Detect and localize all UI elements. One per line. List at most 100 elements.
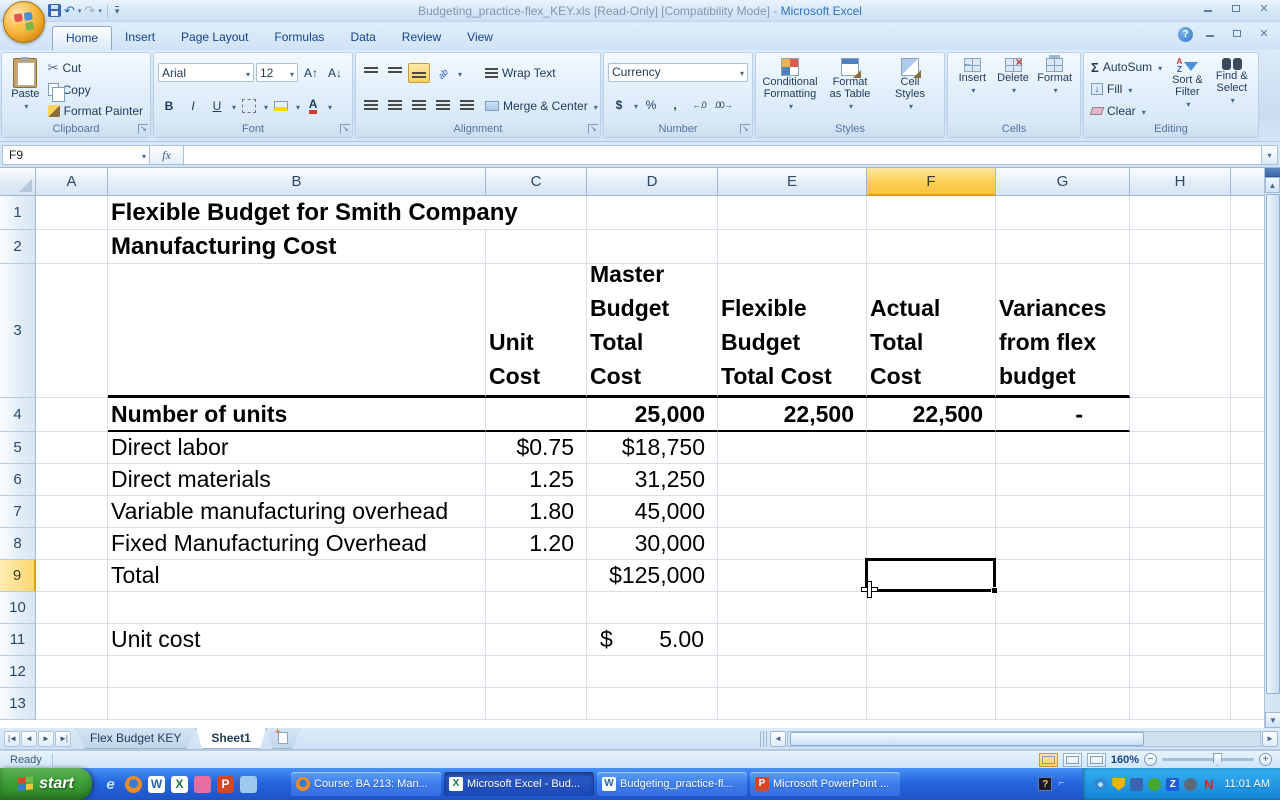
row-header-8[interactable]: 8 bbox=[0, 528, 36, 560]
cell-C9[interactable] bbox=[486, 560, 587, 592]
column-header-B[interactable]: B bbox=[108, 168, 486, 196]
cell-C12[interactable] bbox=[486, 656, 587, 688]
excel-icon[interactable]: X bbox=[171, 776, 188, 793]
cell-G10[interactable] bbox=[996, 592, 1130, 624]
cell-B7[interactable]: Variable manufacturing overhead bbox=[108, 496, 486, 528]
cell-H13[interactable] bbox=[1130, 688, 1231, 720]
cell-E4[interactable]: 22,500 bbox=[718, 398, 867, 432]
font-name-combo[interactable]: Arial bbox=[158, 63, 254, 82]
cell-D3[interactable]: Master Budget Total Cost bbox=[587, 264, 718, 398]
cell-H9[interactable] bbox=[1130, 560, 1231, 592]
row-header-6[interactable]: 6 bbox=[0, 464, 36, 496]
cell-C13[interactable] bbox=[486, 688, 587, 720]
tray-z-icon[interactable]: Z bbox=[1166, 778, 1179, 791]
firefox-icon[interactable] bbox=[125, 776, 142, 793]
tab-split-handle[interactable] bbox=[760, 731, 768, 747]
align-top-button[interactable] bbox=[360, 63, 382, 83]
cell-A11[interactable] bbox=[36, 624, 108, 656]
cell-H2[interactable] bbox=[1130, 230, 1231, 264]
tray-tools-icon[interactable] bbox=[1130, 778, 1143, 791]
cell-H3[interactable] bbox=[1130, 264, 1231, 398]
office-button[interactable] bbox=[3, 1, 45, 43]
delete-cells-button[interactable]: Delete bbox=[993, 56, 1034, 122]
cell-A4[interactable] bbox=[36, 398, 108, 432]
cell-F4[interactable]: 22,500 bbox=[867, 398, 996, 432]
scroll-right-icon[interactable]: ► bbox=[1262, 731, 1278, 747]
normal-view-button[interactable] bbox=[1039, 753, 1058, 767]
align-bottom-button[interactable] bbox=[408, 63, 430, 83]
cell-E8[interactable] bbox=[718, 528, 867, 560]
cell-A1[interactable] bbox=[36, 196, 108, 230]
format-as-table-button[interactable]: Format as Table bbox=[822, 56, 878, 122]
cell-C11[interactable] bbox=[486, 624, 587, 656]
comma-style-button[interactable]: , bbox=[664, 95, 686, 115]
cell-E2[interactable] bbox=[718, 230, 867, 264]
bold-button[interactable]: B bbox=[158, 96, 180, 116]
zoom-slider-thumb[interactable] bbox=[1213, 753, 1222, 766]
tab-review[interactable]: Review bbox=[389, 26, 454, 50]
cell-A5[interactable] bbox=[36, 432, 108, 464]
sheet-tab-flex-budget-key[interactable]: Flex Budget KEY bbox=[75, 728, 196, 749]
cell-A7[interactable] bbox=[36, 496, 108, 528]
cell-E9[interactable] bbox=[718, 560, 867, 592]
cell-E3[interactable]: Flexible Budget Total Cost bbox=[718, 264, 867, 398]
align-middle-button[interactable] bbox=[384, 63, 406, 83]
underline-dropdown-icon[interactable] bbox=[230, 97, 236, 115]
row-header-3[interactable]: 3 bbox=[0, 264, 36, 398]
tab-page-layout[interactable]: Page Layout bbox=[168, 26, 261, 50]
cell-A13[interactable] bbox=[36, 688, 108, 720]
vertical-split-handle[interactable] bbox=[1265, 168, 1280, 177]
workbook-close-button[interactable]: ✕ bbox=[1254, 28, 1274, 42]
tab-data[interactable]: Data bbox=[337, 26, 388, 50]
cell-C5[interactable]: $0.75 bbox=[486, 432, 587, 464]
number-format-combo[interactable]: Currency bbox=[608, 63, 748, 82]
cell-E6[interactable] bbox=[718, 464, 867, 496]
cell-G7[interactable] bbox=[996, 496, 1130, 528]
taskbar-button-excel[interactable]: X Microsoft Excel - Bud... bbox=[444, 772, 594, 796]
row-header-5[interactable]: 5 bbox=[0, 432, 36, 464]
cell-A6[interactable] bbox=[36, 464, 108, 496]
scroll-down-icon[interactable]: ▼ bbox=[1265, 712, 1280, 728]
percent-style-button[interactable]: % bbox=[640, 95, 662, 115]
tab-home[interactable]: Home bbox=[52, 26, 112, 50]
cell-D12[interactable] bbox=[587, 656, 718, 688]
help-icon[interactable]: ? bbox=[1178, 27, 1193, 42]
cell-G4[interactable]: - bbox=[996, 398, 1130, 432]
cell-D13[interactable] bbox=[587, 688, 718, 720]
format-cells-button[interactable]: Format bbox=[1033, 56, 1076, 122]
cell-C3[interactable]: Unit Cost bbox=[486, 264, 587, 398]
zoom-out-button[interactable]: − bbox=[1144, 753, 1157, 766]
horizontal-scroll-track[interactable] bbox=[787, 731, 1261, 747]
name-box[interactable]: F9 bbox=[2, 145, 150, 165]
cell-H4[interactable] bbox=[1130, 398, 1231, 432]
cell-F7[interactable] bbox=[867, 496, 996, 528]
cell-G5[interactable] bbox=[996, 432, 1130, 464]
cell-C7[interactable]: 1.80 bbox=[486, 496, 587, 528]
fill-button[interactable]: ↓Fill bbox=[1088, 81, 1165, 97]
expand-formula-bar-icon[interactable]: ▾ bbox=[1262, 145, 1278, 165]
workbook-restore-button[interactable] bbox=[1227, 28, 1247, 42]
next-sheet-icon[interactable] bbox=[38, 731, 54, 747]
undo-icon[interactable]: ↶ bbox=[64, 4, 75, 17]
increase-decimal-button[interactable]: ←.0 bbox=[688, 95, 710, 115]
wrap-text-button[interactable]: Wrap Text bbox=[482, 65, 601, 81]
align-right-button[interactable] bbox=[408, 96, 430, 116]
sheet-tab-sheet1[interactable]: Sheet1 bbox=[196, 728, 265, 749]
tray-shield-icon[interactable] bbox=[1112, 778, 1125, 791]
close-button[interactable]: ✕ bbox=[1254, 3, 1274, 17]
zoom-in-button[interactable]: + bbox=[1259, 753, 1272, 766]
insert-worksheet-button[interactable] bbox=[266, 728, 300, 749]
cell-D10[interactable] bbox=[587, 592, 718, 624]
row-header-1[interactable]: 1 bbox=[0, 196, 36, 230]
cell-B9[interactable]: Total bbox=[108, 560, 486, 592]
cell-B3[interactable] bbox=[108, 264, 486, 398]
horizontal-scrollbar[interactable]: ◄ ► bbox=[760, 728, 1280, 749]
fill-color-dropdown-icon[interactable] bbox=[294, 97, 300, 115]
accounting-format-button[interactable]: $ bbox=[608, 95, 630, 115]
cell-H6[interactable] bbox=[1130, 464, 1231, 496]
column-header-C[interactable]: C bbox=[486, 168, 587, 196]
tray-help-icon[interactable]: ? bbox=[1038, 777, 1052, 791]
cut-button[interactable]: Cut bbox=[45, 59, 146, 77]
cell-D9[interactable]: $125,000 bbox=[587, 560, 718, 592]
first-sheet-icon[interactable] bbox=[4, 731, 20, 747]
